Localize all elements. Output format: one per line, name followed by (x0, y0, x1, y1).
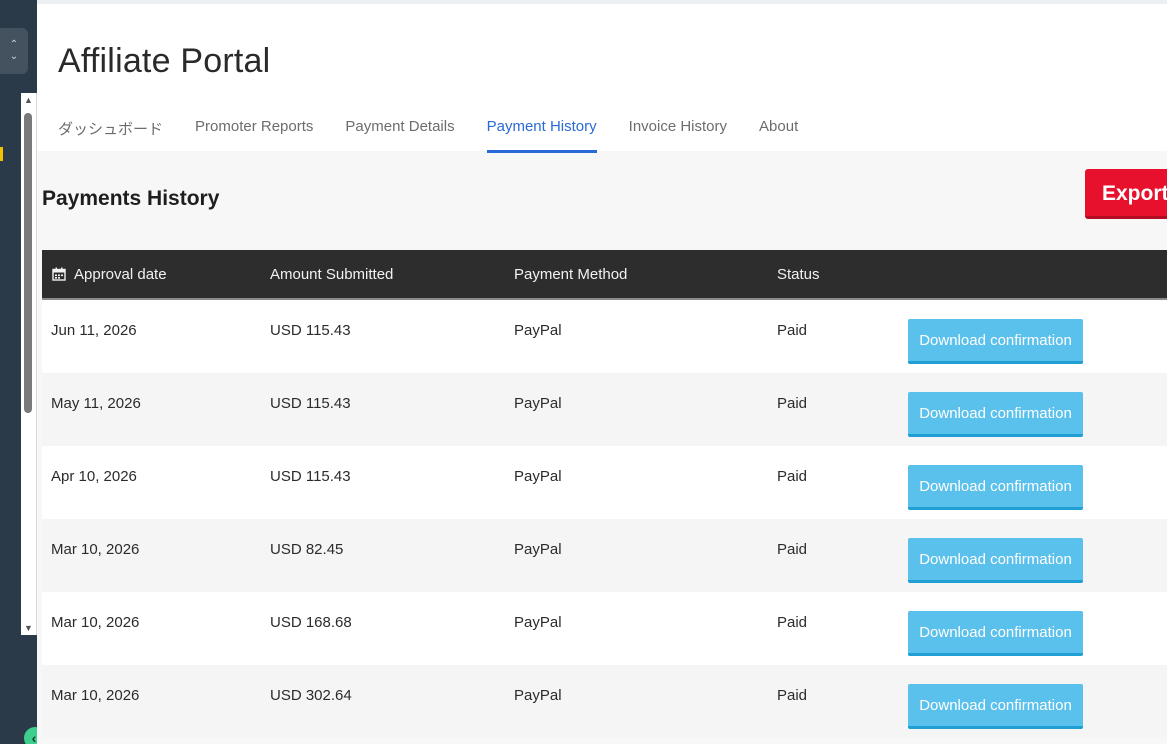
column-amount-submitted[interactable]: Amount Submitted (270, 266, 393, 283)
tab-payment-history[interactable]: Payment History (486, 108, 597, 153)
cell-method: PayPal (514, 322, 562, 339)
tab-payment-details[interactable]: Payment Details (345, 108, 454, 152)
scroll-down-icon[interactable]: ▼ (24, 623, 33, 633)
page-title: Payments History (42, 187, 220, 210)
column-status[interactable]: Status (777, 266, 820, 283)
download-confirmation-button[interactable]: Download confirmation (908, 392, 1083, 437)
cell-method: PayPal (514, 468, 562, 485)
table-row: Apr 10, 2026 USD 115.43 PayPal Paid Down… (42, 446, 1167, 519)
scroll-up-icon[interactable]: ▲ (24, 95, 33, 105)
tab-invoice-history[interactable]: Invoice History (629, 108, 727, 152)
portal-header: Affiliate Portal ダッシュボード Promoter Report… (37, 4, 1167, 153)
sidebar-active-marker (0, 147, 3, 161)
cell-date: May 11, 2026 (51, 395, 141, 412)
cell-amount: USD 115.43 (270, 468, 351, 485)
cell-amount: USD 82.45 (270, 541, 344, 558)
cell-date: Apr 10, 2026 (51, 468, 137, 485)
download-confirmation-button[interactable]: Download confirmation (908, 684, 1083, 729)
table-row: Mar 10, 2026 USD 302.64 PayPal Paid Down… (42, 665, 1167, 738)
tab-bar: ダッシュボード Promoter Reports Payment Details… (58, 108, 830, 153)
payments-table: Approval date Amount Submitted Payment M… (42, 250, 1167, 738)
cell-method: PayPal (514, 541, 562, 558)
cell-status: Paid (777, 614, 808, 631)
export-button[interactable]: Export (1085, 169, 1167, 219)
cell-amount: USD 115.43 (270, 395, 351, 412)
cell-method: PayPal (514, 395, 562, 412)
cell-status: Paid (777, 687, 808, 704)
table-header: Approval date Amount Submitted Payment M… (42, 250, 1167, 300)
column-label: Approval date (74, 266, 167, 283)
table-row: May 11, 2026 USD 115.43 PayPal Paid Down… (42, 373, 1167, 446)
tab-dashboard[interactable]: ダッシュボード (58, 108, 163, 152)
download-confirmation-button[interactable]: Download confirmation (908, 319, 1083, 364)
cell-amount: USD 115.43 (270, 322, 351, 339)
table-row: Mar 10, 2026 USD 82.45 PayPal Paid Downl… (42, 519, 1167, 592)
download-confirmation-button[interactable]: Download confirmation (908, 465, 1083, 510)
chevron-up-down-icon[interactable]: ⌃ ⌄ (0, 28, 28, 74)
cell-status: Paid (777, 541, 808, 558)
cell-status: Paid (777, 468, 808, 485)
table-row: Mar 10, 2026 USD 168.68 PayPal Paid Down… (42, 592, 1167, 665)
download-confirmation-button[interactable]: Download confirmation (908, 538, 1083, 583)
cell-status: Paid (777, 395, 808, 412)
cell-date: Mar 10, 2026 (51, 687, 140, 704)
cell-method: PayPal (514, 687, 562, 704)
calendar-icon (52, 267, 66, 281)
tab-about[interactable]: About (759, 108, 798, 152)
cell-amount: USD 302.64 (270, 687, 352, 704)
main-content: Affiliate Portal ダッシュボード Promoter Report… (37, 0, 1167, 744)
cell-date: Jun 11, 2026 (51, 322, 137, 339)
download-confirmation-button[interactable]: Download confirmation (908, 611, 1083, 656)
cell-date: Mar 10, 2026 (51, 541, 140, 558)
column-approval-date[interactable]: Approval date (52, 266, 167, 283)
cell-status: Paid (777, 322, 808, 339)
cell-method: PayPal (514, 614, 562, 631)
portal-title: Affiliate Portal (58, 42, 271, 80)
scrollbar[interactable]: ▲ ▼ (21, 93, 37, 635)
cell-date: Mar 10, 2026 (51, 614, 140, 631)
column-payment-method[interactable]: Payment Method (514, 266, 627, 283)
cell-amount: USD 168.68 (270, 614, 352, 631)
scrollbar-thumb[interactable] (24, 113, 32, 413)
sidebar-rail (0, 0, 21, 744)
table-row: Jun 11, 2026 USD 115.43 PayPal Paid Down… (42, 300, 1167, 373)
tab-promoter-reports[interactable]: Promoter Reports (195, 108, 313, 152)
